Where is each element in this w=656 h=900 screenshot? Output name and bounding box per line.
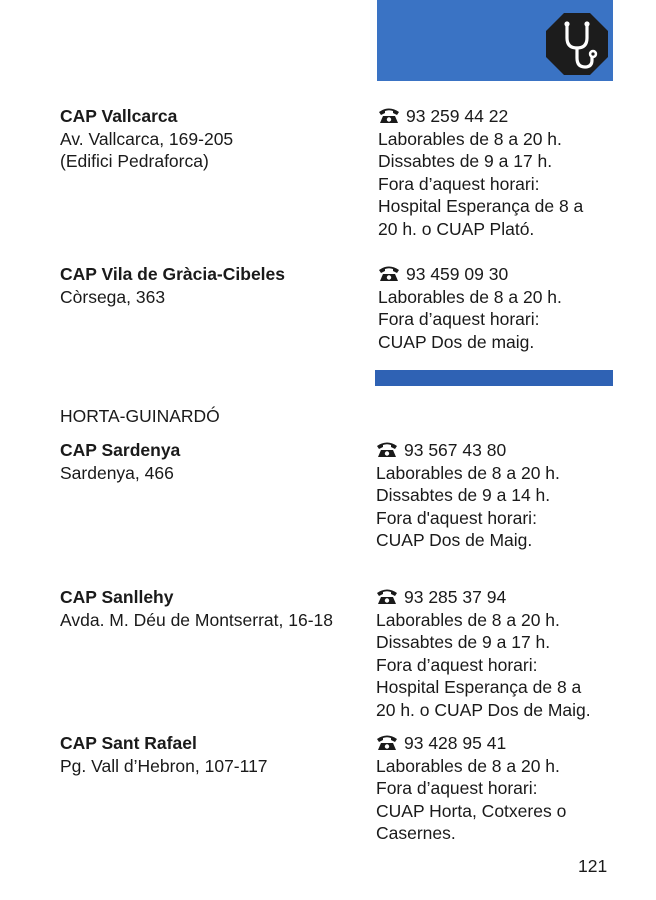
center-contact: 93 259 44 22 Laborables de 8 a 20 h. Dis…	[378, 105, 583, 240]
center-name: CAP Sanllehy	[60, 587, 174, 607]
phone-number: 93 428 95 41	[404, 733, 507, 753]
center-address: (Edifici Pedraforca)	[60, 151, 209, 171]
center-address: Sardenya, 466	[60, 462, 174, 483]
hours-line: Casernes.	[376, 823, 456, 843]
center-address: Avda. M. Déu de Montserrat, 16-18	[60, 609, 334, 630]
hours-line: Laborables de 8 a 20 h.	[378, 286, 562, 307]
center-info: CAP Sardenya Sardenya, 466	[60, 439, 180, 484]
hours-line: 20 h. o CUAP Dos de Maig.	[376, 699, 591, 720]
hours-line: CUAP Horta, Cotxeres o	[376, 800, 567, 821]
center-contact: 93 285 37 94 Laborables de 8 a 20 h. Dis…	[376, 586, 591, 721]
hours-line: Hospital Esperança de 8 a	[378, 196, 584, 216]
hours-line: Fora d’aquest horari:	[378, 309, 540, 329]
hours-line: Laborables de 8 a 20 h.	[376, 755, 560, 776]
center-contact: 93 567 43 80 Laborables de 8 a 20 h. Dis…	[376, 439, 560, 552]
hours-line: CUAP Dos de Maig.	[376, 530, 533, 550]
center-name: CAP Vila de Gràcia-Cibeles	[60, 264, 286, 284]
section-divider-bar	[375, 370, 613, 386]
phone-number: 93 259 44 22	[406, 106, 509, 126]
hours-line: Dissabtes de 9 a 14 h.	[376, 485, 551, 505]
telephone-icon	[377, 589, 397, 604]
phone-number: 93 459 09 30	[406, 264, 509, 284]
center-info: CAP Sant Rafael Pg. Vall d’Hebron, 107-1…	[60, 732, 268, 777]
hours-line: Laborables de 8 a 20 h.	[378, 128, 562, 149]
telephone-icon	[377, 735, 397, 750]
hours-line: Dissabtes de 9 a 17 h.	[378, 151, 553, 171]
center-address: Pg. Vall d’Hebron, 107-117	[60, 755, 268, 776]
hours-line: CUAP Dos de maig.	[378, 331, 535, 352]
hours-line: Fora d’aquest horari:	[376, 654, 538, 675]
hours-line: 20 h. o CUAP Plató.	[378, 218, 535, 239]
phone-number: 93 567 43 80	[404, 440, 507, 460]
center-name: CAP Sant Rafael	[60, 733, 197, 753]
center-name: CAP Sardenya	[60, 440, 181, 460]
center-address: Av. Vallcarca, 169-205	[60, 128, 234, 149]
center-info: CAP Sanllehy Avda. M. Déu de Montserrat,…	[60, 586, 333, 631]
stethoscope-icon	[546, 13, 608, 75]
hours-line: Fora d'aquest horari:	[376, 507, 537, 528]
center-info: CAP Vila de Gràcia-Cibeles Còrsega, 363	[60, 263, 285, 308]
hours-line: Fora d’aquest horari:	[378, 173, 540, 194]
hours-line: Laborables de 8 a 20 h.	[376, 462, 560, 483]
hours-line: Hospital Esperança de 8 a	[376, 677, 582, 697]
center-contact: 93 428 95 41 Laborables de 8 a 20 h. For…	[376, 732, 566, 845]
hours-line: Dissabtes de 9 a 17 h.	[376, 632, 551, 652]
section-title: HORTA-GUINARDÓ	[60, 406, 220, 426]
hours-line: Laborables de 8 a 20 h.	[376, 609, 560, 630]
center-address: Còrsega, 363	[60, 286, 166, 307]
center-info: CAP Vallcarca Av. Vallcarca, 169-205 (Ed…	[60, 105, 233, 173]
hours-line: Fora d’aquest horari:	[376, 778, 538, 798]
telephone-icon	[377, 442, 397, 457]
center-contact: 93 459 09 30 Laborables de 8 a 20 h. For…	[378, 263, 562, 353]
telephone-icon	[379, 108, 399, 123]
center-name: CAP Vallcarca	[60, 106, 178, 126]
phone-number: 93 285 37 94	[404, 587, 507, 607]
telephone-icon	[379, 266, 399, 281]
page-number: 121	[578, 856, 608, 876]
